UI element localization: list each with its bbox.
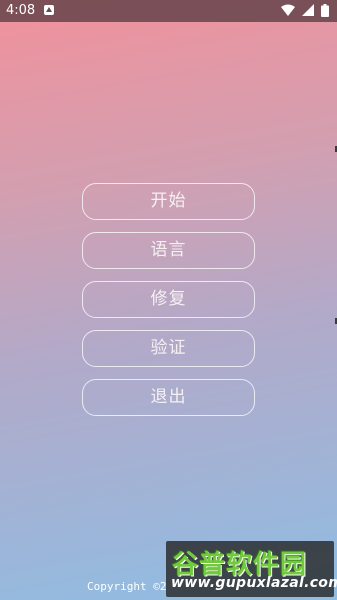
start-button[interactable]: 开始 — [82, 183, 255, 220]
status-bar: 4:08 — [0, 0, 337, 22]
exit-button[interactable]: 退出 — [82, 379, 255, 416]
notification-icon — [44, 5, 54, 15]
wifi-icon — [280, 4, 295, 16]
signal-icon — [301, 4, 314, 16]
watermark-url: www.gupuxlazal.com — [171, 575, 337, 591]
main-menu: 开始 语言 修复 验证 退出 — [82, 183, 255, 428]
language-button[interactable]: 语言 — [82, 232, 255, 269]
repair-button[interactable]: 修复 — [82, 281, 255, 318]
status-icons — [278, 4, 329, 18]
battery-icon — [321, 4, 329, 17]
copyright-text: Copyright ©2 — [87, 580, 167, 593]
status-time: 4:08 — [6, 3, 36, 18]
site-watermark: 谷普软件园 www.gupuxlazal.com — [166, 541, 337, 597]
verify-button[interactable]: 验证 — [82, 330, 255, 367]
